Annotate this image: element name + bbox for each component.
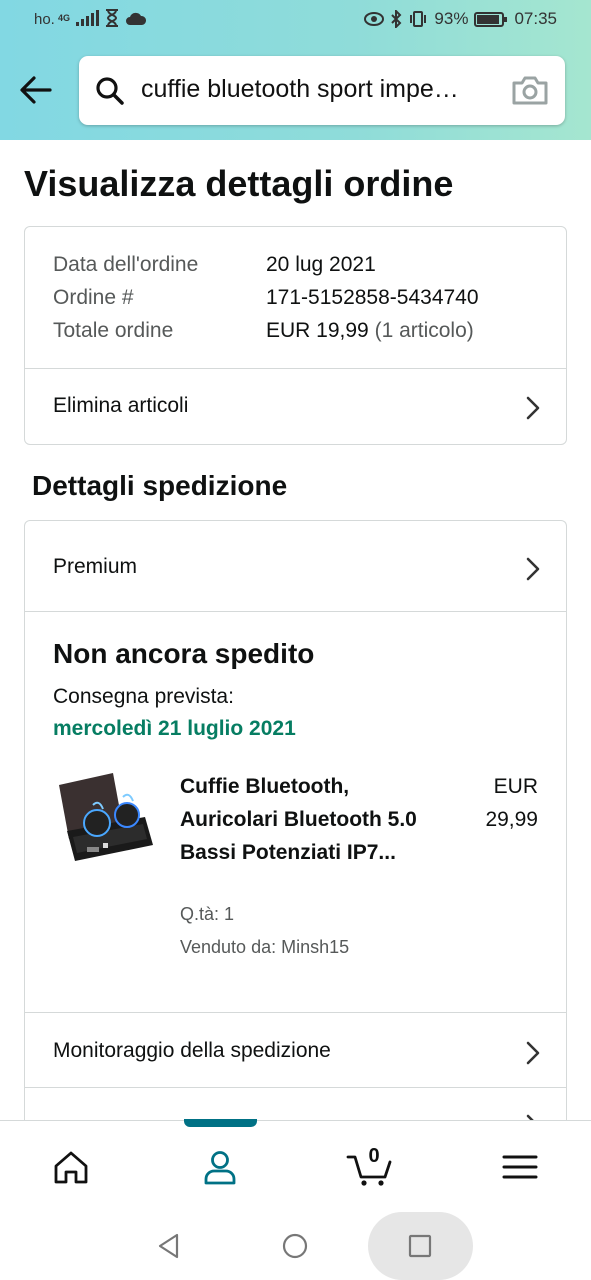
search-input[interactable]: cuffie bluetooth sport impe…	[141, 75, 501, 104]
home-icon[interactable]	[51, 1147, 91, 1187]
product-thumbnail[interactable]	[53, 767, 157, 867]
search-bar[interactable]: cuffie bluetooth sport impe…	[79, 56, 565, 125]
signal-icons: 4G	[58, 9, 147, 27]
system-recents-icon[interactable]	[406, 1232, 434, 1260]
order-date-label: Data dell'ordine	[53, 253, 199, 276]
menu-icon[interactable]	[500, 1147, 540, 1187]
delete-items-label: Elimina articoli	[53, 394, 189, 417]
status-right: 93% 07:35	[364, 9, 557, 29]
vibrate-icon	[410, 11, 427, 27]
signal-strength-icon	[76, 10, 100, 26]
camera-icon[interactable]	[511, 74, 549, 106]
price-currency: EUR	[493, 775, 538, 798]
tracking-link[interactable]: Monitoraggio della spedizione	[25, 1013, 566, 1087]
divider	[25, 611, 566, 612]
order-number-value: 171-5152858-5434740	[266, 286, 479, 309]
product-quantity: Q.tà: 1	[180, 904, 235, 924]
chevron-right-icon	[526, 557, 540, 581]
account-icon[interactable]	[200, 1147, 240, 1187]
order-summary-card: Data dell'ordine 20 lug 2021 Ordine # 17…	[24, 226, 567, 445]
battery-percent: 93%	[434, 9, 469, 28]
back-arrow-icon[interactable]	[18, 72, 54, 108]
cart-count: 0	[368, 1145, 380, 1167]
chevron-right-icon	[526, 396, 540, 420]
battery-icon	[474, 11, 508, 27]
system-nav-bar	[0, 1212, 591, 1280]
delete-items-link[interactable]: Elimina articoli	[25, 369, 566, 445]
delivery-label: Consegna prevista:	[53, 685, 234, 708]
order-total-label: Totale ordine	[53, 319, 174, 342]
shipment-status: Non ancora spedito	[53, 638, 315, 669]
page-title: Visualizza dettagli ordine	[24, 163, 454, 204]
order-number-label: Ordine #	[53, 286, 134, 309]
product-title-link[interactable]: Cuffie Bluetooth, Auricolari Bluetooth 5…	[180, 770, 420, 869]
tracking-label: Monitoraggio della spedizione	[53, 1039, 331, 1062]
premium-shipping-link[interactable]: Premium	[25, 521, 566, 611]
network-type-label: 4G	[58, 13, 71, 23]
chevron-right-icon	[526, 1041, 540, 1065]
order-date-value: 20 lug 2021	[266, 253, 376, 276]
delivery-date: mercoledì 21 luglio 2021	[53, 717, 296, 740]
system-home-icon[interactable]	[281, 1232, 309, 1260]
order-item-count: (1 articolo)	[374, 319, 474, 342]
bottom-nav: 0	[0, 1119, 591, 1212]
app-header: ho. 4G 93% 07:35 cuffie bluetooth sport …	[0, 0, 591, 140]
premium-label: Premium	[53, 555, 138, 578]
hourglass-icon	[106, 9, 119, 27]
status-bar: ho. 4G 93% 07:35	[0, 0, 591, 40]
order-total-value: EUR 19,99	[266, 319, 369, 342]
carrier-label: ho.	[34, 11, 55, 28]
clock: 07:35	[514, 9, 557, 28]
product-price: EUR 29,99	[458, 770, 538, 836]
active-tab-indicator	[184, 1119, 257, 1127]
product-seller: Venduto da: Minsh15	[180, 937, 350, 957]
search-icon	[96, 77, 124, 105]
price-value: 29,99	[485, 808, 538, 831]
shipping-section-title: Dettagli spedizione	[32, 470, 288, 501]
system-back-icon[interactable]	[155, 1232, 183, 1260]
shipping-card: Premium Non ancora spedito Consegna prev…	[24, 520, 567, 1160]
bluetooth-icon	[391, 10, 402, 28]
eye-icon	[364, 12, 385, 26]
cloud-icon	[126, 12, 147, 25]
order-total-value-group: EUR 19,99 (1 articolo)	[266, 319, 474, 343]
